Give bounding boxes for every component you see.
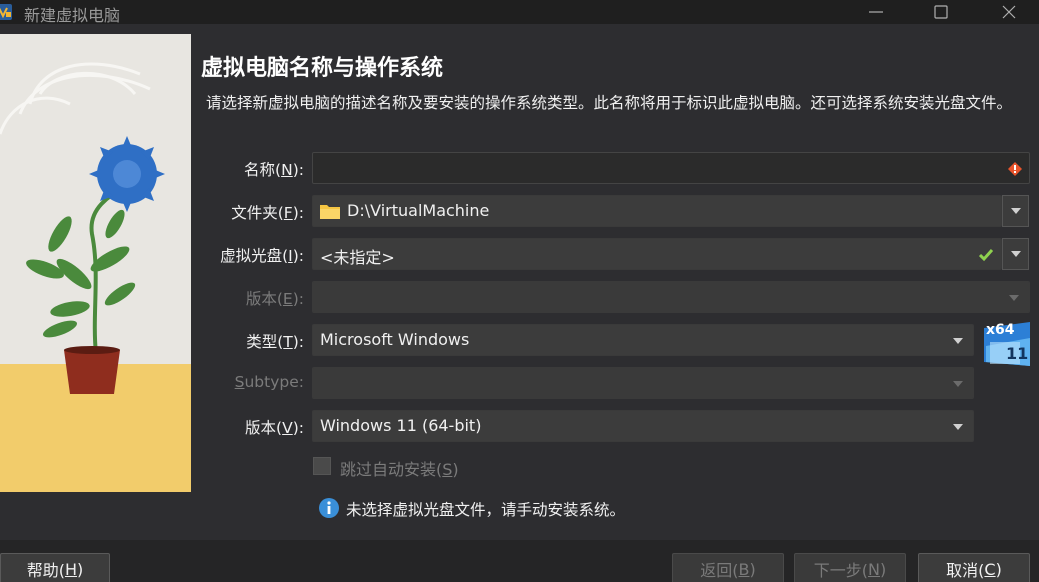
help-button[interactable]: 帮助(H) <box>0 553 110 582</box>
skip-unattended-label: 跳过自动安装(S) <box>340 460 459 479</box>
iso-dropdown-button[interactable] <box>1002 238 1029 270</box>
check-icon <box>979 249 993 262</box>
subtype-label: Subtype: <box>234 373 304 391</box>
maximize-icon <box>934 5 948 19</box>
edition-combo[interactable] <box>312 281 1030 313</box>
chevron-down-icon <box>1010 208 1021 214</box>
version-label: 版本(V): <box>245 419 304 437</box>
app-icon <box>0 4 12 20</box>
minimize-icon <box>869 11 883 13</box>
folder-icon <box>320 205 340 219</box>
edition-label: 版本(E): <box>245 290 304 308</box>
skip-unattended-checkbox[interactable] <box>313 457 331 475</box>
next-button[interactable]: 下一步(N) <box>794 553 906 582</box>
error-diamond-icon <box>1008 162 1022 176</box>
name-label: 名称(N): <box>244 161 304 179</box>
folder-combo[interactable]: D:\VirtualMachine <box>312 195 1002 227</box>
close-icon <box>1002 5 1016 19</box>
wizard-illustration <box>0 34 191 492</box>
name-input[interactable] <box>312 152 1030 184</box>
page-heading: 虚拟电脑名称与操作系统 <box>201 56 444 81</box>
iso-combo[interactable]: <未指定> <box>312 238 1002 270</box>
folder-label: 文件夹(F): <box>231 204 304 222</box>
page-description: 请选择新虚拟电脑的描述名称及要安装的操作系统类型。此名称将用于标识此虚拟电脑。还… <box>206 94 1013 112</box>
type-label: 类型(T): <box>246 333 304 351</box>
info-icon <box>319 498 339 518</box>
subtype-combo[interactable] <box>312 367 974 399</box>
os-badge-arch: x64 <box>986 322 1015 338</box>
os-badge-version: 11 <box>1006 344 1029 363</box>
minimize-button[interactable] <box>852 0 900 24</box>
maximize-button[interactable] <box>917 0 965 24</box>
chevron-down-icon <box>953 338 963 344</box>
version-combo[interactable]: Windows 11 (64-bit) <box>312 410 974 442</box>
iso-label: 虚拟光盘(I): <box>220 247 304 265</box>
info-message: 未选择虚拟光盘文件，请手动安装系统。 <box>346 501 626 519</box>
close-button[interactable] <box>985 0 1033 24</box>
chevron-down-icon <box>1010 251 1021 257</box>
title-bar: 新建虚拟电脑 <box>0 0 1039 25</box>
chevron-down-icon <box>953 424 963 430</box>
chevron-down-icon <box>1009 295 1019 301</box>
chevron-down-icon <box>953 381 963 387</box>
back-button[interactable]: 返回(B) <box>672 553 784 582</box>
folder-dropdown-button[interactable] <box>1002 195 1029 227</box>
type-combo[interactable]: Microsoft Windows <box>312 324 974 356</box>
window-title: 新建虚拟电脑 <box>24 6 121 25</box>
cancel-button[interactable]: 取消(C) <box>918 553 1030 582</box>
